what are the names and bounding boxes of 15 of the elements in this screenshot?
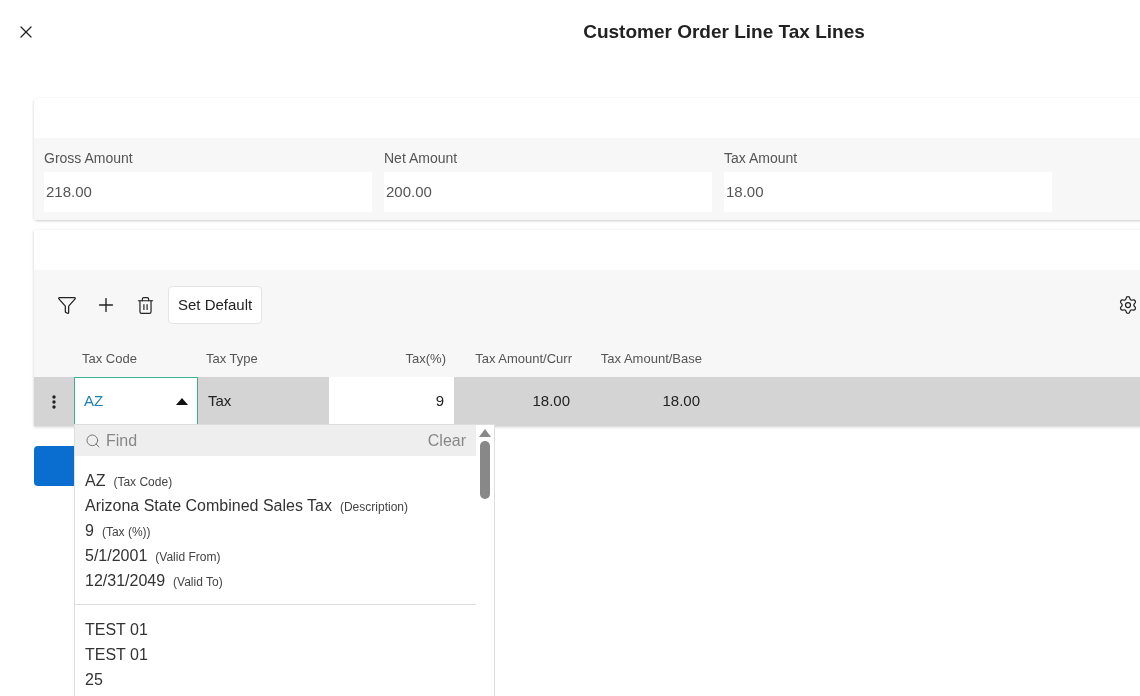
option-line: TEST 01 bbox=[85, 619, 148, 640]
option-line: 12/31/2049 (Valid To) bbox=[85, 570, 223, 591]
option-line: TEST 01 bbox=[85, 644, 148, 665]
table-cell-text: Tax bbox=[208, 391, 232, 412]
field-label: Net Amount bbox=[384, 149, 459, 168]
option-line: 5/1/2001 (Valid From) bbox=[85, 545, 221, 566]
option-line: 25 bbox=[85, 669, 103, 690]
field-label: Gross Amount bbox=[44, 149, 134, 168]
option-line: Arizona State Combined Sales Tax (Description) bbox=[85, 495, 408, 516]
dialog-title: Customer Order Line Tax Lines bbox=[583, 19, 865, 44]
table-cell-text: 18.00 bbox=[662, 391, 700, 412]
option-line: AZ (Tax Code) bbox=[85, 470, 173, 491]
field-label: Tax Amount bbox=[724, 149, 799, 168]
table-cell-text: 18.00 bbox=[532, 391, 570, 412]
option-line: 9 (Tax (%)) bbox=[85, 520, 151, 541]
